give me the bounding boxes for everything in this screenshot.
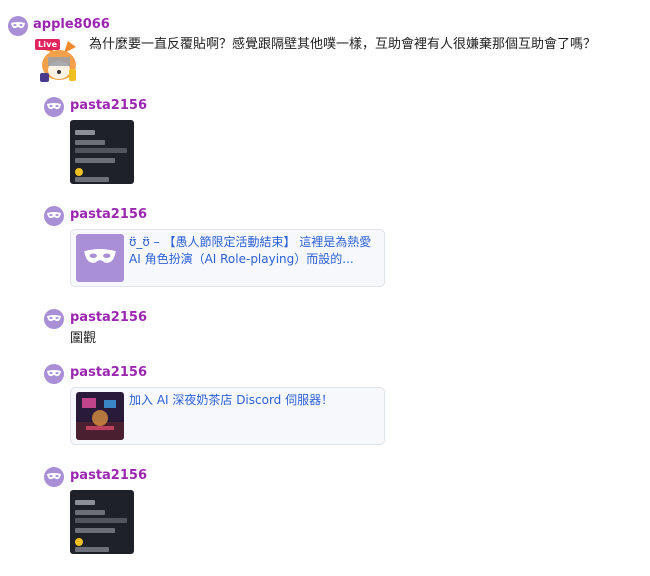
reply-avatar[interactable] bbox=[44, 467, 64, 487]
screenshot-image[interactable] bbox=[70, 120, 134, 184]
link-card[interactable]: ʊ̈_ʊ̈ – 【愚人節限定活動結束】 這裡是為熱愛 AI 角色扮演（AI Ro… bbox=[70, 229, 385, 287]
mask-icon bbox=[11, 22, 25, 29]
mask-icon bbox=[47, 473, 61, 480]
root-username[interactable]: apple8066 bbox=[33, 16, 110, 34]
mask-icon bbox=[47, 315, 61, 322]
link-card-text[interactable]: ʊ̈_ʊ̈ – 【愚人節限定活動結束】 這裡是為熱愛 AI 角色扮演（AI Ro… bbox=[129, 234, 379, 268]
mask-icon bbox=[84, 249, 116, 263]
neon-cafe-image bbox=[76, 392, 124, 440]
reply-username[interactable]: pasta2156 bbox=[70, 364, 147, 382]
reply-text: 圍觀 bbox=[70, 331, 97, 346]
reply-username[interactable]: pasta2156 bbox=[70, 206, 147, 224]
link-card[interactable]: 加入 AI 深夜奶茶店 Discord 伺服器！ bbox=[70, 387, 385, 445]
link-card-text[interactable]: 加入 AI 深夜奶茶店 Discord 伺服器！ bbox=[129, 392, 379, 409]
reply-avatar[interactable] bbox=[44, 364, 64, 384]
reply-avatar[interactable] bbox=[44, 206, 64, 226]
reply-username[interactable]: pasta2156 bbox=[70, 467, 147, 485]
link-thumb-mask bbox=[76, 234, 124, 282]
reply-avatar[interactable] bbox=[44, 97, 64, 117]
live-badge: Live bbox=[35, 39, 61, 50]
mask-icon bbox=[47, 103, 61, 110]
reply-username[interactable]: pasta2156 bbox=[70, 97, 147, 115]
reply-username[interactable]: pasta2156 bbox=[70, 309, 147, 327]
root-post-text: 為什麼要一直反覆貼啊？感覺跟隔壁其他噗一樣，互助會裡有人很嫌棄那個互助會了嗎？ bbox=[89, 37, 597, 52]
mask-icon bbox=[47, 212, 61, 219]
screenshot-image[interactable] bbox=[70, 490, 134, 554]
mask-icon bbox=[47, 370, 61, 377]
root-user-avatar[interactable] bbox=[8, 16, 28, 36]
reply-avatar[interactable] bbox=[44, 309, 64, 329]
